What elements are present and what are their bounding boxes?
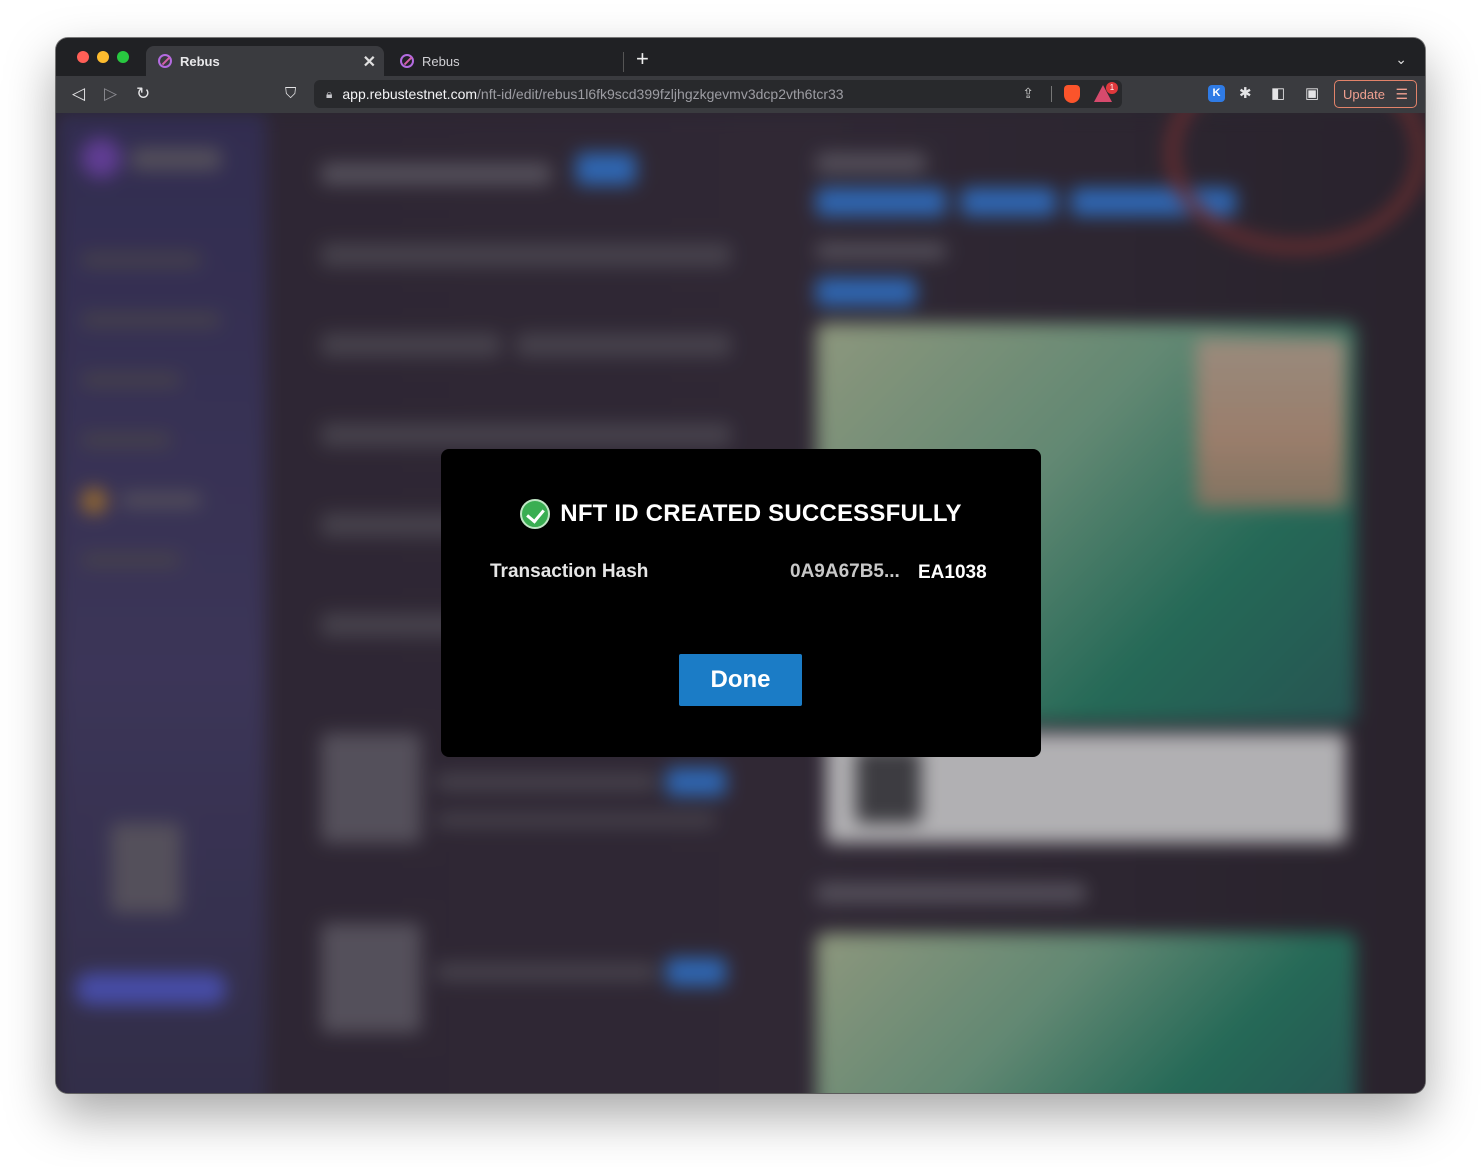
tab-title: Rebus bbox=[422, 53, 460, 69]
minimize-window-button[interactable] bbox=[97, 51, 109, 63]
tab-title: Rebus bbox=[180, 53, 220, 69]
maximize-window-button[interactable] bbox=[117, 51, 129, 63]
new-tab-button[interactable]: + bbox=[636, 48, 649, 70]
rewards-badge: 1 bbox=[1106, 82, 1118, 94]
wallet-icon[interactable]: ▣ bbox=[1305, 84, 1319, 104]
url-path: /nft-id/edit/rebus1l6fk9scd399fzljhgzkge… bbox=[477, 86, 844, 102]
extension-k-icon[interactable]: K bbox=[1208, 85, 1225, 102]
close-window-button[interactable] bbox=[77, 51, 89, 63]
browser-toolbar: ◁ ▷ ↻ ⛉ 🔒︎ app.rebustestnet.com /nft-id/… bbox=[56, 76, 1425, 113]
lock-icon: 🔒︎ bbox=[326, 86, 333, 101]
transaction-hash-suffix: EA1038 bbox=[918, 562, 987, 583]
bookmark-icon[interactable]: ⛉ bbox=[285, 84, 296, 104]
url-divider bbox=[1051, 86, 1052, 102]
tab-strip: Rebus ✕ Rebus + ⌄ bbox=[56, 38, 1425, 76]
url-host: app.rebustestnet.com bbox=[342, 86, 478, 102]
rebus-favicon-icon bbox=[400, 54, 414, 68]
transaction-hash-label: Transaction Hash bbox=[490, 561, 649, 582]
chevron-down-icon[interactable]: ⌄ bbox=[1395, 51, 1407, 68]
rebus-favicon-icon bbox=[158, 54, 172, 68]
address-bar[interactable]: 🔒︎ app.rebustestnet.com /nft-id/edit/reb… bbox=[314, 80, 1122, 108]
modal-title: NFT ID CREATED SUCCESSFULLY bbox=[560, 500, 962, 527]
extensions-puzzle-icon[interactable]: ✱ bbox=[1239, 84, 1252, 104]
reload-icon[interactable]: ↻ bbox=[136, 84, 150, 104]
done-button[interactable]: Done bbox=[679, 654, 802, 706]
brave-shields-icon[interactable] bbox=[1064, 85, 1080, 103]
menu-icon: ☰ bbox=[1395, 86, 1408, 102]
transaction-hash-row: Transaction Hash 0A9A67B5... EA1038 bbox=[490, 561, 990, 589]
back-icon[interactable]: ◁ bbox=[72, 84, 85, 104]
modal-header: NFT ID CREATED SUCCESSFULLY bbox=[441, 499, 1041, 529]
tab-rebus[interactable]: Rebus bbox=[388, 46, 626, 76]
sidebar-icon[interactable]: ◧ bbox=[1271, 84, 1285, 104]
tab-divider bbox=[623, 52, 624, 72]
update-label: Update bbox=[1343, 86, 1385, 102]
tab-rebus-active[interactable]: Rebus ✕ bbox=[146, 46, 384, 76]
page-content: NFT ID CREATED SUCCESSFULLY Transaction … bbox=[56, 113, 1425, 1093]
browser-window: Rebus ✕ Rebus + ⌄ ◁ ▷ ↻ ⛉ 🔒︎ app.rebuste… bbox=[56, 38, 1425, 1093]
share-icon[interactable]: ⇪ bbox=[1022, 85, 1034, 102]
update-button[interactable]: Update ☰ bbox=[1334, 80, 1417, 108]
transaction-hash-prefix: 0A9A67B5... bbox=[790, 561, 900, 582]
close-tab-icon[interactable]: ✕ bbox=[363, 52, 376, 72]
success-check-icon bbox=[520, 499, 551, 529]
forward-icon[interactable]: ▷ bbox=[104, 84, 117, 104]
success-modal: NFT ID CREATED SUCCESSFULLY Transaction … bbox=[441, 449, 1041, 757]
